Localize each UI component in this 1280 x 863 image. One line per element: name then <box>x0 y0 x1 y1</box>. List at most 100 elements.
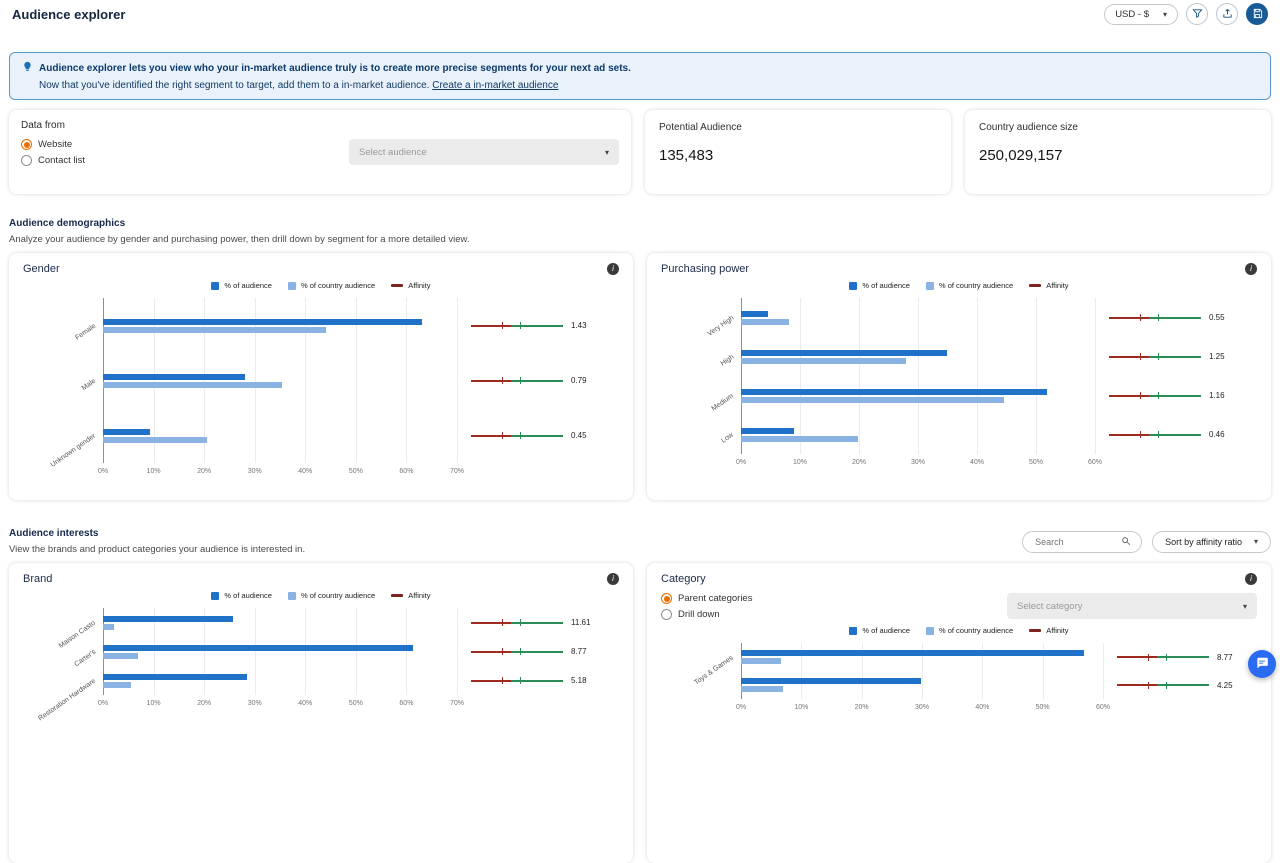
chart-legend: % of audience% of country audienceAffini… <box>23 281 619 290</box>
axis-tick: 0% <box>98 700 108 707</box>
currency-select[interactable]: USD - $ ▾ <box>1104 4 1178 25</box>
radio-dot <box>21 139 32 150</box>
affinity-row: 1.43 <box>471 298 619 353</box>
affinity-column: 11.618.775.18 <box>471 608 619 695</box>
affinity-gauge <box>1109 395 1201 397</box>
select-audience-dropdown[interactable]: Select audience ▾ <box>349 139 619 165</box>
brand-chart: Maison CastoCarter'sRestoration Hardware… <box>23 608 619 711</box>
affinity-gauge <box>1109 317 1201 319</box>
bar-pct-audience <box>103 429 150 435</box>
affinity-row: 0.45 <box>471 408 619 463</box>
legend-item: Affinity <box>391 281 430 290</box>
interests-titles: Audience interests View the brands and p… <box>9 528 305 555</box>
affinity-value: 8.77 <box>571 647 587 656</box>
legend-item: Affinity <box>1029 281 1068 290</box>
data-from-card: Data from Website Contact list Select au… <box>9 110 631 194</box>
filter-button[interactable] <box>1186 3 1208 25</box>
axis-tick: 50% <box>1036 704 1050 711</box>
legend-item: % of country audience <box>288 591 375 600</box>
category-chart-title: Category <box>661 573 706 585</box>
bar-group <box>741 650 1103 664</box>
info-icon[interactable]: i <box>1245 263 1257 275</box>
info-icon[interactable]: i <box>607 263 619 275</box>
chart-body: Maison CastoCarter'sRestoration Hardware… <box>23 608 619 711</box>
chart-row <box>103 408 457 463</box>
affinity-line-icon <box>1029 284 1041 287</box>
banner-body: Now that you've identified the right seg… <box>39 80 429 91</box>
affinity-gauge <box>471 380 563 382</box>
legend-item: % of country audience <box>926 626 1013 635</box>
brand-chart-title: Brand <box>23 573 52 585</box>
affinity-gauge <box>471 680 563 682</box>
bar-pct-country-audience <box>741 436 858 442</box>
chat-button[interactable] <box>1248 650 1276 678</box>
bar-pct-audience <box>741 678 921 684</box>
affinity-value: 1.16 <box>1209 391 1225 400</box>
chart-row <box>103 298 457 353</box>
legend-swatch-icon <box>926 627 934 635</box>
legend-label: % of audience <box>224 281 272 290</box>
category-labels: FemaleMaleUnknown gender <box>23 298 103 463</box>
share-icon <box>1222 7 1233 22</box>
chevron-down-icon: ▾ <box>1163 10 1167 19</box>
country-audience-label: Country audience size <box>979 122 1257 133</box>
select-category-placeholder: Select category <box>1017 601 1082 612</box>
chevron-down-icon: ▾ <box>1254 537 1258 546</box>
sort-dropdown[interactable]: Sort by affinity ratio ▾ <box>1152 531 1271 553</box>
legend-label: Affinity <box>1046 626 1068 635</box>
category-label: Low <box>720 432 735 445</box>
affinity-column: 8.774.25 <box>1117 643 1257 699</box>
chart-row <box>741 643 1103 671</box>
axis-tick: 20% <box>855 704 869 711</box>
affinity-row: 0.79 <box>471 353 619 408</box>
affinity-gauge <box>471 325 563 327</box>
category-label: Very High <box>706 315 735 338</box>
demographics-subtitle: Analyze your audience by gender and purc… <box>9 234 1271 245</box>
interests-controls: Sort by affinity ratio ▾ <box>1022 531 1271 553</box>
chart-head: Gender i <box>23 263 619 275</box>
legend-label: % of audience <box>862 626 910 635</box>
category-controls: Parent categories Drill down Select cate… <box>661 593 1257 620</box>
legend-swatch-icon <box>288 592 296 600</box>
chevron-down-icon: ▾ <box>1243 602 1247 611</box>
save-button[interactable] <box>1246 3 1268 25</box>
plot-area <box>741 298 1095 454</box>
chart-body: Toys & Games0%10%20%30%40%50%60%8.774.25 <box>661 643 1257 715</box>
affinity-line-icon <box>391 284 403 287</box>
affinity-row: 0.55 <box>1109 298 1257 337</box>
bar-group <box>741 389 1095 403</box>
category-labels: Toys & Games <box>661 643 741 699</box>
bar-pct-audience <box>741 650 1084 656</box>
affinity-value: 0.55 <box>1209 313 1225 322</box>
chart-head: Brand i <box>23 573 619 585</box>
affinity-value: 11.61 <box>571 618 590 627</box>
category-label: Restoration Hardware <box>37 678 97 723</box>
radio-parent-categories[interactable]: Parent categories <box>661 593 752 604</box>
info-icon[interactable]: i <box>1245 573 1257 585</box>
info-icon[interactable]: i <box>607 573 619 585</box>
interests-section-head: Audience interests View the brands and p… <box>9 528 1271 555</box>
axis-tick: 70% <box>450 700 464 707</box>
category-labels: Very HighHighMediumLow <box>661 298 741 454</box>
country-audience-value: 250,029,157 <box>979 147 1257 164</box>
select-category-dropdown[interactable]: Select category ▾ <box>1007 593 1257 619</box>
affinity-column: 0.551.251.160.46 <box>1109 298 1257 454</box>
summary-cards-row: Data from Website Contact list Select au… <box>9 110 1271 194</box>
chart-head: Purchasing power i <box>661 263 1257 275</box>
bar-group <box>103 674 457 688</box>
legend-item: Affinity <box>391 591 430 600</box>
radio-drill-down[interactable]: Drill down <box>661 609 752 620</box>
legend-swatch-icon <box>211 592 219 600</box>
search-input[interactable] <box>1033 536 1115 548</box>
create-audience-link[interactable]: Create a in-market audience <box>432 80 558 91</box>
bar-pct-audience <box>741 350 947 356</box>
bar-pct-country-audience <box>103 437 207 443</box>
chart-row <box>741 415 1095 454</box>
export-button[interactable] <box>1216 3 1238 25</box>
gender-chart-title: Gender <box>23 263 60 275</box>
x-axis: 0%10%20%30%40%50%60%70% <box>103 698 457 711</box>
affinity-row: 1.16 <box>1109 376 1257 415</box>
affinity-gauge <box>1109 356 1201 358</box>
country-audience-card: Country audience size 250,029,157 <box>965 110 1271 194</box>
bar-group <box>103 616 457 630</box>
